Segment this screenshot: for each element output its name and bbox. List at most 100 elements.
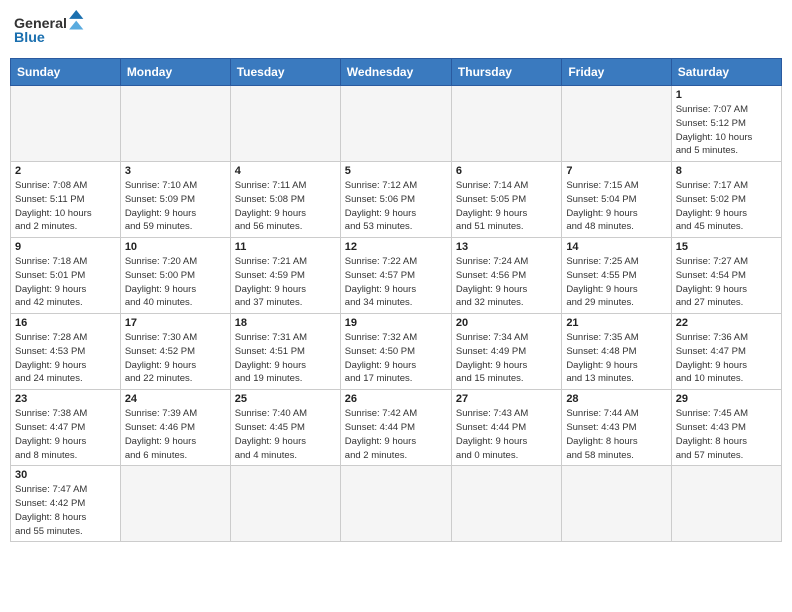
calendar-cell: 25 Sunrise: 7:40 AM Sunset: 4:45 PM Dayli… — [230, 390, 340, 466]
calendar-header-row: SundayMondayTuesdayWednesdayThursdayFrid… — [11, 59, 782, 86]
sun-info: Sunrise: 7:39 AM Sunset: 4:46 PM Dayligh… — [125, 407, 226, 462]
col-header-saturday: Saturday — [671, 59, 781, 86]
sun-info: Sunrise: 7:20 AM Sunset: 5:00 PM Dayligh… — [125, 255, 226, 310]
sun-info: Sunrise: 7:11 AM Sunset: 5:08 PM Dayligh… — [235, 179, 336, 234]
sun-info: Sunrise: 7:40 AM Sunset: 4:45 PM Dayligh… — [235, 407, 336, 462]
day-number: 14 — [566, 241, 666, 253]
day-number: 29 — [676, 393, 777, 405]
col-header-friday: Friday — [562, 59, 671, 86]
calendar-cell: 4 Sunrise: 7:11 AM Sunset: 5:08 PM Daylig… — [230, 162, 340, 238]
sun-info: Sunrise: 7:27 AM Sunset: 4:54 PM Dayligh… — [676, 255, 777, 310]
calendar-cell: 29Sunrise: 7:45 AM Sunset: 4:43 PM Dayli… — [671, 390, 781, 466]
calendar-cell — [120, 86, 230, 162]
calendar-week-row: 30 Sunrise: 7:47 AM Sunset: 4:42 PM Dayli… — [11, 466, 782, 542]
calendar-cell: 16Sunrise: 7:28 AM Sunset: 4:53 PM Dayli… — [11, 314, 121, 390]
col-header-sunday: Sunday — [11, 59, 121, 86]
calendar-cell: 24 Sunrise: 7:39 AM Sunset: 4:46 PM Dayli… — [120, 390, 230, 466]
sun-info: Sunrise: 7:24 AM Sunset: 4:56 PM Dayligh… — [456, 255, 557, 310]
sun-info: Sunrise: 7:28 AM Sunset: 4:53 PM Dayligh… — [15, 331, 116, 386]
calendar-cell — [562, 466, 671, 542]
sun-info: Sunrise: 7:17 AM Sunset: 5:02 PM Dayligh… — [676, 179, 777, 234]
day-number: 11 — [235, 241, 336, 253]
day-number: 25 — [235, 393, 336, 405]
sun-info: Sunrise: 7:15 AM Sunset: 5:04 PM Dayligh… — [566, 179, 666, 234]
sun-info: Sunrise: 7:47 AM Sunset: 4:42 PM Dayligh… — [15, 483, 116, 538]
day-number: 28 — [566, 393, 666, 405]
day-number: 20 — [456, 317, 557, 329]
calendar-cell — [671, 466, 781, 542]
calendar-cell — [120, 466, 230, 542]
col-header-tuesday: Tuesday — [230, 59, 340, 86]
sun-info: Sunrise: 7:12 AM Sunset: 5:06 PM Dayligh… — [345, 179, 447, 234]
day-number: 21 — [566, 317, 666, 329]
calendar-cell: 2Sunrise: 7:08 AM Sunset: 5:11 PM Daylig… — [11, 162, 121, 238]
logo: General Blue — [14, 10, 94, 50]
sun-info: Sunrise: 7:10 AM Sunset: 5:09 PM Dayligh… — [125, 179, 226, 234]
sun-info: Sunrise: 7:44 AM Sunset: 4:43 PM Dayligh… — [566, 407, 666, 462]
sun-info: Sunrise: 7:18 AM Sunset: 5:01 PM Dayligh… — [15, 255, 116, 310]
day-number: 3 — [125, 165, 226, 177]
calendar-cell: 30 Sunrise: 7:47 AM Sunset: 4:42 PM Dayli… — [11, 466, 121, 542]
sun-info: Sunrise: 7:35 AM Sunset: 4:48 PM Dayligh… — [566, 331, 666, 386]
day-number: 7 — [566, 165, 666, 177]
calendar-week-row: 1 Sunrise: 7:07 AM Sunset: 5:12 PM Daylig… — [11, 86, 782, 162]
day-number: 18 — [235, 317, 336, 329]
day-number: 22 — [676, 317, 777, 329]
sun-info: Sunrise: 7:31 AM Sunset: 4:51 PM Dayligh… — [235, 331, 336, 386]
day-number: 9 — [15, 241, 116, 253]
calendar-table: SundayMondayTuesdayWednesdayThursdayFrid… — [10, 58, 782, 542]
calendar-cell: 27 Sunrise: 7:43 AM Sunset: 4:44 PM Dayli… — [451, 390, 561, 466]
sun-info: Sunrise: 7:32 AM Sunset: 4:50 PM Dayligh… — [345, 331, 447, 386]
sun-info: Sunrise: 7:38 AM Sunset: 4:47 PM Dayligh… — [15, 407, 116, 462]
calendar-cell: 11 Sunrise: 7:21 AM Sunset: 4:59 PM Dayli… — [230, 238, 340, 314]
day-number: 2 — [15, 165, 116, 177]
day-number: 30 — [15, 469, 116, 481]
calendar-cell: 18 Sunrise: 7:31 AM Sunset: 4:51 PM Dayli… — [230, 314, 340, 390]
sun-info: Sunrise: 7:34 AM Sunset: 4:49 PM Dayligh… — [456, 331, 557, 386]
calendar-cell: 17 Sunrise: 7:30 AM Sunset: 4:52 PM Dayli… — [120, 314, 230, 390]
calendar-cell: 13 Sunrise: 7:24 AM Sunset: 4:56 PM Dayli… — [451, 238, 561, 314]
sun-info: Sunrise: 7:25 AM Sunset: 4:55 PM Dayligh… — [566, 255, 666, 310]
calendar-cell: 20 Sunrise: 7:34 AM Sunset: 4:49 PM Dayli… — [451, 314, 561, 390]
day-number: 23 — [15, 393, 116, 405]
calendar-cell — [340, 86, 451, 162]
sun-info: Sunrise: 7:43 AM Sunset: 4:44 PM Dayligh… — [456, 407, 557, 462]
sun-info: Sunrise: 7:22 AM Sunset: 4:57 PM Dayligh… — [345, 255, 447, 310]
day-number: 4 — [235, 165, 336, 177]
calendar-cell: 14 Sunrise: 7:25 AM Sunset: 4:55 PM Dayli… — [562, 238, 671, 314]
calendar-week-row: 16Sunrise: 7:28 AM Sunset: 4:53 PM Dayli… — [11, 314, 782, 390]
col-header-wednesday: Wednesday — [340, 59, 451, 86]
sun-info: Sunrise: 7:42 AM Sunset: 4:44 PM Dayligh… — [345, 407, 447, 462]
calendar-cell: 26 Sunrise: 7:42 AM Sunset: 4:44 PM Dayli… — [340, 390, 451, 466]
calendar-cell: 8Sunrise: 7:17 AM Sunset: 5:02 PM Daylig… — [671, 162, 781, 238]
calendar-cell: 3 Sunrise: 7:10 AM Sunset: 5:09 PM Daylig… — [120, 162, 230, 238]
sun-info: Sunrise: 7:36 AM Sunset: 4:47 PM Dayligh… — [676, 331, 777, 386]
calendar-cell: 28 Sunrise: 7:44 AM Sunset: 4:43 PM Dayli… — [562, 390, 671, 466]
day-number: 13 — [456, 241, 557, 253]
calendar-cell: 21 Sunrise: 7:35 AM Sunset: 4:48 PM Dayli… — [562, 314, 671, 390]
calendar-cell: 6 Sunrise: 7:14 AM Sunset: 5:05 PM Daylig… — [451, 162, 561, 238]
day-number: 27 — [456, 393, 557, 405]
sun-info: Sunrise: 7:14 AM Sunset: 5:05 PM Dayligh… — [456, 179, 557, 234]
calendar-cell: 23 Sunrise: 7:38 AM Sunset: 4:47 PM Dayli… — [11, 390, 121, 466]
sun-info: Sunrise: 7:21 AM Sunset: 4:59 PM Dayligh… — [235, 255, 336, 310]
day-number: 6 — [456, 165, 557, 177]
day-number: 15 — [676, 241, 777, 253]
calendar-cell — [562, 86, 671, 162]
svg-text:Blue: Blue — [14, 30, 45, 46]
calendar-cell: 22 Sunrise: 7:36 AM Sunset: 4:47 PM Dayli… — [671, 314, 781, 390]
page-header: General Blue — [10, 10, 782, 50]
day-number: 26 — [345, 393, 447, 405]
day-number: 1 — [676, 89, 777, 101]
day-number: 12 — [345, 241, 447, 253]
calendar-week-row: 9 Sunrise: 7:18 AM Sunset: 5:01 PM Daylig… — [11, 238, 782, 314]
day-number: 10 — [125, 241, 226, 253]
col-header-thursday: Thursday — [451, 59, 561, 86]
calendar-cell — [11, 86, 121, 162]
sun-info: Sunrise: 7:30 AM Sunset: 4:52 PM Dayligh… — [125, 331, 226, 386]
calendar-cell: 19Sunrise: 7:32 AM Sunset: 4:50 PM Dayli… — [340, 314, 451, 390]
calendar-cell: 5Sunrise: 7:12 AM Sunset: 5:06 PM Daylig… — [340, 162, 451, 238]
day-number: 17 — [125, 317, 226, 329]
day-number: 24 — [125, 393, 226, 405]
sun-info: Sunrise: 7:07 AM Sunset: 5:12 PM Dayligh… — [676, 103, 777, 158]
